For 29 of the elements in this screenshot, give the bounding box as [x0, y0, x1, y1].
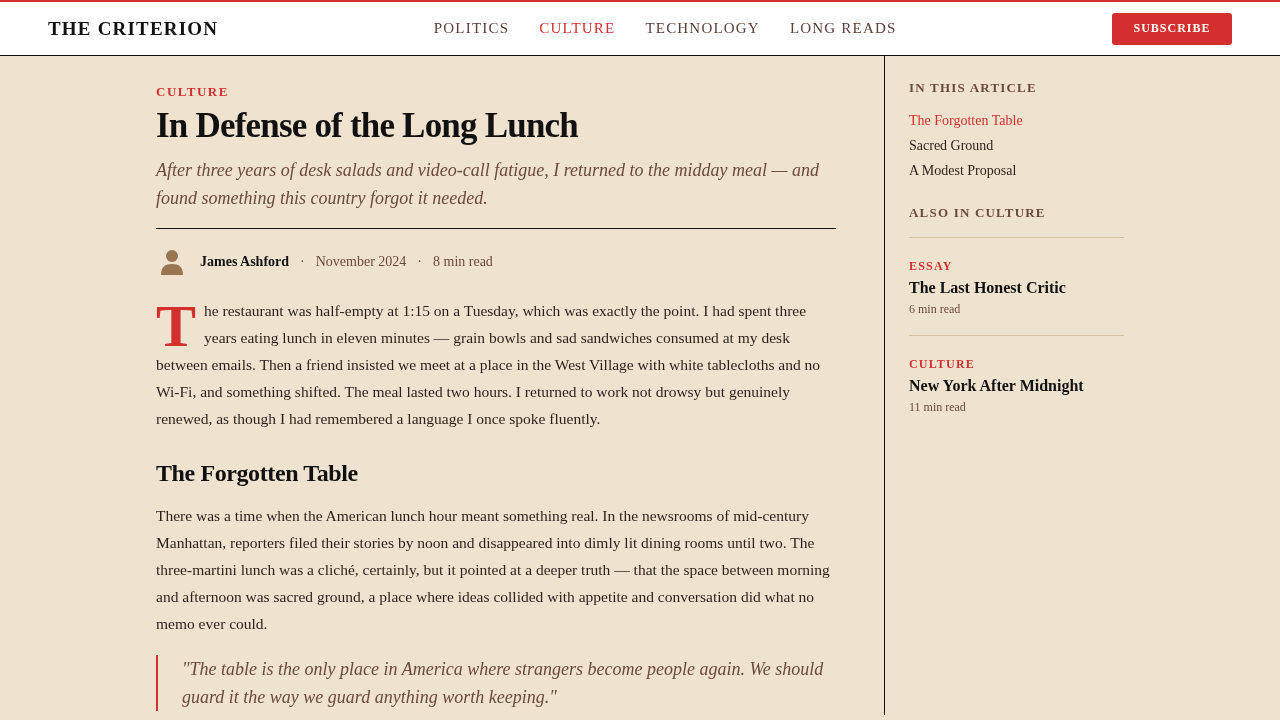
read-time: 11 min read — [909, 399, 966, 415]
publish-date: November 2024 — [315, 254, 407, 270]
category-label: CULTURE — [909, 356, 975, 372]
sidebar-heading: IN THIS ARTICLE — [909, 80, 1038, 96]
byline-separator: · — [300, 254, 305, 270]
toc-link[interactable]: Sacred Ground — [909, 133, 994, 158]
body-paragraph: There was a time when the American lunch hour meant something real. In the newsrooms of mid-century Manhattan, reporters filed their stories by noon and disappeared into dimly lit dining rooms until two. The three-martini lunch was a cliché, certainly, but it pointed at a deeper truth — that the space between morning and afternoon was sacred ground, a place where ideas collided with appetite and conversation did what no memo ever could. — [156, 506, 831, 634]
category-label: ESSAY — [909, 258, 953, 274]
author-name: James Ashford — [200, 254, 290, 270]
category-label[interactable]: CULTURE — [156, 84, 229, 100]
pull-quote: "The table is the only place in America where strangers become people again. We should guard it the way we guard anything worth keeping." — [156, 655, 836, 711]
nav-link[interactable]: LONG READS — [789, 20, 897, 37]
byline-separator: · — [417, 254, 422, 270]
subscribe-button[interactable]: SUBSCRIBE — [1112, 12, 1232, 45]
section-heading: The Forgotten Table — [156, 459, 359, 488]
site-logo[interactable]: THE CRITERION — [48, 17, 219, 40]
person-icon — [160, 249, 184, 275]
read-time: 6 min read — [909, 301, 961, 317]
nav-link[interactable]: POLITICS — [433, 20, 510, 37]
related-article-link[interactable]: New York After Midnight — [909, 375, 1084, 397]
toc-link[interactable]: The Forgotten Table — [909, 108, 1023, 133]
read-time: 8 min read — [433, 254, 493, 270]
related-article-link[interactable]: The Last Honest Critic — [909, 277, 1066, 299]
nav-link[interactable]: TECHNOLOGY — [645, 20, 760, 37]
nav-link[interactable]: CULTURE — [539, 20, 616, 37]
sidebar-heading: ALSO IN CULTURE — [909, 205, 1047, 221]
article-title: In Defense of the Long Lunch — [156, 105, 580, 147]
toc-link[interactable]: A Modest Proposal — [909, 158, 1017, 183]
article-subtitle: After three years of desk salads and video-call fatigue, I returned to the midday meal — and found something this country forgot it needed. — [156, 159, 821, 210]
